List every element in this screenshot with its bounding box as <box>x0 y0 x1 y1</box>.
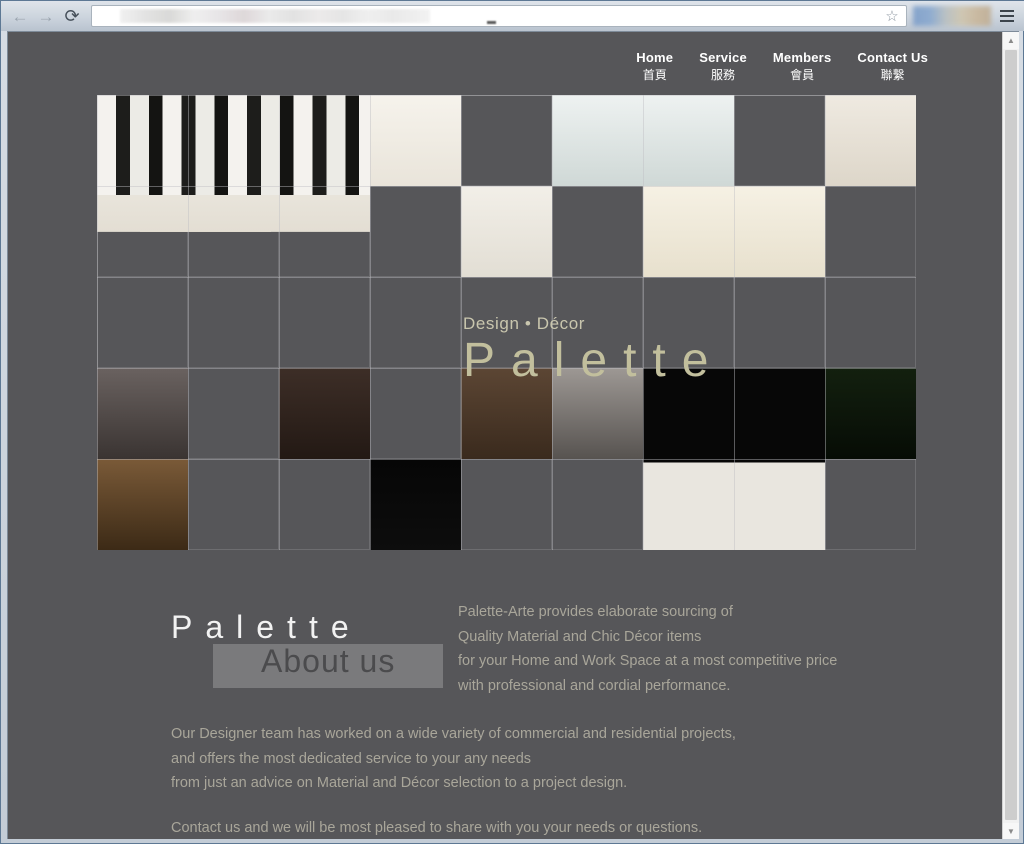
nav-item-members-label-zh: 會員 <box>790 68 815 82</box>
about-paragraph-two: Contact us and we will be most pleased t… <box>171 816 702 839</box>
address-bar[interactable]: ☆ <box>91 5 907 27</box>
website-page: Home 首頁 Service 服務 Members 會員 Contact Us… <box>8 32 1003 839</box>
gallery-photo-white-flowers-vase[interactable] <box>825 368 916 459</box>
gallery-photo-home-theatre-lounge[interactable] <box>643 186 825 277</box>
about-paragraph-one-line-1: Our Designer team has worked on a wide v… <box>171 726 736 742</box>
photo-surface <box>279 368 370 459</box>
photo-surface <box>461 186 552 277</box>
about-paragraph-one: Our Designer team has worked on a wide v… <box>171 722 736 796</box>
gallery-photo-fireplace-lounge[interactable] <box>370 95 461 186</box>
gallery-cell <box>279 459 370 550</box>
gallery-cell <box>734 277 825 368</box>
gallery-cell <box>825 186 916 277</box>
gallery-cell <box>552 186 643 277</box>
photo-surface <box>97 459 188 550</box>
gallery-cell <box>461 459 552 550</box>
gallery-cell <box>370 368 461 459</box>
gallery-cell <box>825 277 916 368</box>
about-intro-line-1: Palette-Arte provides elaborate sourcing… <box>458 604 733 620</box>
address-bar-text-blurred <box>120 9 430 23</box>
browser-toolbar: ← → ⟳ ☆ <box>1 1 1024 31</box>
gallery-photo-bedside-lamp-candlesticks[interactable] <box>97 368 188 459</box>
photo-surface <box>97 95 370 277</box>
photo-surface <box>825 368 916 459</box>
gallery-photo-office-glass-partition[interactable] <box>552 95 734 186</box>
vertical-scrollbar[interactable]: ▲ ▼ <box>1002 32 1019 839</box>
page-viewport: Home 首頁 Service 服務 Members 會員 Contact Us… <box>7 31 1019 839</box>
gallery-photo-red-glass-candles[interactable] <box>188 459 279 550</box>
nav-item-contact-label-zh: 聯繫 <box>880 68 905 82</box>
gallery-cell <box>188 277 279 368</box>
about-heading: Palette About us <box>171 607 471 688</box>
photo-surface <box>188 459 279 550</box>
gallery-cell <box>370 277 461 368</box>
gallery-cell <box>825 459 916 550</box>
back-arrow-icon[interactable]: ← <box>7 3 33 29</box>
gallery-cell <box>552 459 643 550</box>
photo-surface <box>97 368 188 459</box>
about-intro-text: Palette-Arte provides elaborate sourcing… <box>458 600 918 698</box>
gallery-cell <box>370 186 461 277</box>
about-intro-line-3: for your Home and Work Space at a most c… <box>458 653 838 669</box>
about-paragraph-one-line-2: and offers the most dedicated service to… <box>171 750 532 767</box>
photo-surface <box>825 95 916 186</box>
browser-window: ← → ⟳ ☆ Home 首頁 Service 服務 Members 會員 Co… <box>0 0 1024 844</box>
about-heading-aboutus: About us <box>261 643 396 679</box>
gallery-cell <box>461 95 552 186</box>
gallery-cell <box>734 95 825 186</box>
gallery-cell <box>188 368 279 459</box>
nav-item-service[interactable]: Service 服務 <box>699 50 747 83</box>
gallery-cell <box>643 277 734 368</box>
about-intro-line-2: Quality Material and Chic Décor items <box>458 628 702 645</box>
photo-surface <box>552 95 734 186</box>
about-paragraph-two-line-1: Contact us and we will be most pleased t… <box>171 820 703 836</box>
nav-item-members[interactable]: Members 會員 <box>773 50 831 83</box>
address-bar-caret <box>487 21 496 24</box>
scroll-up-arrow-icon[interactable]: ▲ <box>1003 32 1019 49</box>
nav-item-home-label-en: Home <box>636 50 674 65</box>
gallery-cell <box>97 277 188 368</box>
site-navigation: Home 首頁 Service 服務 Members 會員 Contact Us… <box>636 50 928 83</box>
about-intro-line-4: with professional and cordial performanc… <box>458 677 731 694</box>
forward-arrow-icon[interactable]: → <box>33 3 59 29</box>
nav-item-service-label-zh: 服務 <box>711 68 736 82</box>
photo-surface <box>552 368 643 459</box>
nav-item-members-label-en: Members <box>772 50 832 65</box>
nav-item-home-label-zh: 首頁 <box>642 68 667 82</box>
nav-item-service-label-en: Service <box>699 50 747 65</box>
nav-item-contact-label-en: Contact Us <box>857 50 928 65</box>
scroll-down-arrow-icon[interactable]: ▼ <box>1003 823 1019 839</box>
photo-surface <box>461 368 552 459</box>
reload-icon[interactable]: ⟳ <box>59 3 85 29</box>
gallery-photo-ornate-mirror-armchair[interactable] <box>370 459 461 550</box>
extension-icons-blurred[interactable] <box>913 6 991 26</box>
hamburger-menu-icon[interactable] <box>995 3 1019 29</box>
gallery-photo-orange-cushion-bench[interactable] <box>461 368 552 459</box>
gallery-photo-wooden-table-candlestick[interactable] <box>97 459 188 550</box>
gallery-photo-red-reception-desk[interactable] <box>461 186 552 277</box>
photo-surface <box>643 368 825 550</box>
gallery-photo-crystal-chandelier[interactable] <box>552 368 643 459</box>
nav-item-contact-us[interactable]: Contact Us 聯繫 <box>857 50 928 83</box>
photo-surface <box>643 186 825 277</box>
photo-surface <box>370 459 461 550</box>
gallery-photo-conference-room-wood-table[interactable] <box>825 95 916 186</box>
nav-item-home[interactable]: Home 首頁 <box>636 50 673 83</box>
about-paragraph-one-line-3: from just an advice on Material and Déco… <box>171 775 628 791</box>
scrollbar-thumb[interactable] <box>1005 50 1017 820</box>
gallery-cell <box>461 277 552 368</box>
gallery-photo-living-room-striped-wall[interactable] <box>97 95 370 277</box>
gallery-photo-white-sofa-coffee-table[interactable] <box>643 368 825 550</box>
gallery-photo-dining-table-wine-glasses[interactable] <box>279 368 370 459</box>
photo-surface <box>370 95 461 186</box>
bookmark-star-icon[interactable]: ☆ <box>884 9 900 25</box>
gallery-cell <box>279 277 370 368</box>
gallery-cell <box>552 277 643 368</box>
